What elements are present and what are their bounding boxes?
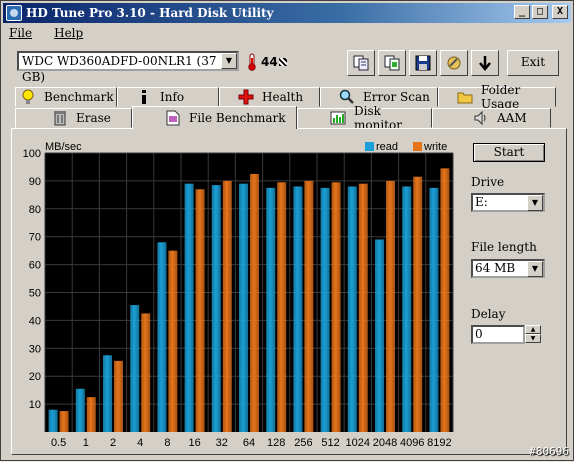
bar-write <box>277 182 287 432</box>
bar-read <box>375 239 384 432</box>
delay-label: Delay <box>471 307 506 321</box>
file-length-combo[interactable]: 64 MB ▼ <box>471 259 545 278</box>
x-tick-label: 1024 <box>346 437 370 449</box>
chart-legend: read write <box>365 141 447 153</box>
bar-read <box>402 186 412 432</box>
y-tick-label: 80 <box>29 204 41 216</box>
bar-write <box>250 173 259 433</box>
bar-read <box>103 355 112 432</box>
bar-read <box>429 187 439 432</box>
benchmark-chart: MB/sec read write 10 20 30 40 50 60 70 80 90 100 0… <box>23 141 454 449</box>
file-icon <box>165 110 181 126</box>
y-tick-label: 40 <box>29 315 41 327</box>
y-tick-label: 90 <box>29 176 41 188</box>
bar-write <box>114 360 123 432</box>
spin-up-icon[interactable]: ▲ <box>525 325 541 334</box>
bar-write <box>386 180 395 432</box>
bar-read <box>130 305 140 432</box>
bar-write <box>141 313 151 432</box>
x-tick-label: 4096 <box>400 437 424 449</box>
chevron-down-icon[interactable]: ▼ <box>527 195 543 211</box>
y-tick-label: 30 <box>29 343 41 355</box>
y-tick-label: 50 <box>29 288 41 300</box>
bar-write <box>195 189 205 432</box>
x-tick-label: 2 <box>110 437 116 449</box>
x-tick-label: 0.5 <box>51 437 66 449</box>
chevron-down-icon[interactable]: ▼ <box>527 261 543 277</box>
legend-swatch-read <box>365 142 374 151</box>
start-button[interactable]: Start <box>473 143 545 162</box>
bar-write <box>59 411 69 432</box>
y-axis-label: MB/sec <box>45 141 82 153</box>
bar-write <box>86 397 96 432</box>
bar-write <box>168 250 178 432</box>
x-tick-label: 2048 <box>373 437 397 449</box>
tab-file-benchmark[interactable]: File Benchmark <box>132 106 297 129</box>
legend-label-read: read <box>376 141 398 153</box>
y-tick-labels: 10 20 30 40 50 60 70 80 90 100 <box>23 148 41 411</box>
y-tick-label: 60 <box>29 260 41 272</box>
spin-down-icon[interactable]: ▼ <box>525 334 541 343</box>
bar-read <box>75 388 85 432</box>
bar-write <box>304 180 314 432</box>
drive-combo[interactable]: E: ▼ <box>471 193 545 212</box>
drive-combo-value: E: <box>475 195 488 209</box>
watermark: #80696 <box>529 445 569 458</box>
x-tick-label: 16 <box>188 437 200 449</box>
delay-input[interactable]: 0 <box>471 325 525 344</box>
bar-read <box>266 187 276 432</box>
bar-write <box>440 168 450 432</box>
legend-swatch-write <box>413 142 422 151</box>
drive-label: Drive <box>471 175 505 189</box>
y-tick-label: 20 <box>29 371 41 383</box>
bar-read <box>293 186 303 432</box>
tab-file-benchmark-label: File Benchmark <box>189 111 286 125</box>
x-tick-label: 256 <box>294 437 312 449</box>
bar-read <box>239 183 248 432</box>
y-tick-label: 100 <box>23 148 41 160</box>
x-tick-label: 128 <box>267 437 285 449</box>
x-tick-label: 8192 <box>427 437 451 449</box>
delay-spinner[interactable]: ▲ ▼ <box>525 325 541 344</box>
bar-write <box>358 183 368 432</box>
bar-read <box>184 183 194 432</box>
x-tick-label: 1 <box>83 437 89 449</box>
file-length-value: 64 MB <box>475 261 516 275</box>
app-window: HD Tune Pro 3.10 - Hard Disk Utility _ □… <box>0 0 574 461</box>
y-tick-label: 70 <box>29 232 41 244</box>
x-tick-label: 4 <box>137 437 143 449</box>
bar-write <box>222 180 232 432</box>
file-length-label: File length <box>471 240 537 254</box>
x-tick-label: 32 <box>216 437 228 449</box>
x-tick-labels: 0.5 1 2 4 8 16 32 64 128 256 512 1024 2048 4096 8192 <box>51 437 452 449</box>
bar-write <box>331 182 341 432</box>
bar-write <box>413 176 423 432</box>
bar-read <box>347 186 357 432</box>
y-tick-label: 10 <box>29 399 41 411</box>
bar-read <box>157 242 167 432</box>
x-tick-label: 8 <box>164 437 170 449</box>
x-tick-label: 512 <box>321 437 339 449</box>
bar-read <box>211 185 221 432</box>
x-tick-label: 64 <box>243 437 255 449</box>
bar-read <box>320 187 330 432</box>
legend-label-write: write <box>423 141 447 153</box>
bar-read <box>48 409 58 432</box>
